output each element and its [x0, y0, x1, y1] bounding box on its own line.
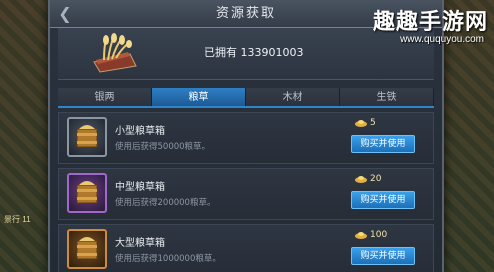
tab-iron[interactable]: 生铁 [340, 88, 434, 106]
watermark-title: 趣趣手游网 [372, 10, 488, 35]
resource-tabs: 银两 粮草 木材 生铁 [58, 88, 434, 108]
buy-and-use-button[interactable]: 购买并使用 [351, 191, 415, 209]
item-price: 20 [355, 174, 381, 184]
item-name: 大型粮草箱 [115, 238, 165, 249]
item-name: 小型粮草箱 [115, 126, 165, 137]
buy-and-use-button[interactable]: 购买并使用 [351, 135, 415, 153]
gold-ingot-icon [355, 119, 367, 127]
item-price-value: 20 [370, 174, 382, 184]
item-icon-frame [67, 117, 107, 157]
item-price: 100 [355, 230, 387, 240]
item-list[interactable]: 小型粮草箱 使用后获得50000粮草。 5 购买并使用 中型粮草箱 使用后获得2… [58, 112, 434, 272]
item-price: 5 [355, 118, 376, 128]
back-button[interactable]: ❮ [54, 4, 76, 24]
grain-crate-icon [76, 237, 98, 260]
list-item: 大型粮草箱 使用后获得1000000粮草。 100 购买并使用 [58, 224, 434, 272]
item-description: 使用后获得200000粮草。 [115, 198, 216, 208]
grain-crate-icon [76, 125, 98, 148]
gold-ingot-icon [355, 175, 367, 183]
owned-value: 133901003 [240, 46, 304, 59]
owned-amount: 已拥有 133901003 [204, 44, 304, 60]
item-price-value: 100 [370, 230, 388, 240]
tab-wood[interactable]: 木材 [246, 88, 340, 106]
watermark-url: www.ququyou.com [400, 34, 484, 45]
item-price-value: 5 [370, 118, 376, 128]
item-name: 中型粮草箱 [115, 182, 165, 193]
item-description: 使用后获得50000粮草。 [115, 142, 211, 152]
item-description: 使用后获得1000000粮草。 [115, 254, 221, 264]
tab-grain[interactable]: 粮草 [152, 88, 246, 106]
grain-bundle-icon [93, 33, 137, 73]
list-item: 中型粮草箱 使用后获得200000粮草。 20 购买并使用 [58, 168, 434, 220]
list-item: 小型粮草箱 使用后获得50000粮草。 5 购买并使用 [58, 112, 434, 164]
item-icon-frame [67, 229, 107, 269]
tab-silver[interactable]: 银两 [58, 88, 152, 106]
item-icon-frame [67, 173, 107, 213]
owned-label: 已拥有 [204, 46, 237, 59]
resource-modal: ❮ 资源获取 已拥有 133901003 银两 粮草 木材 生铁 小型粮草箱 使… [48, 0, 444, 272]
gold-ingot-icon [355, 231, 367, 239]
buy-and-use-button[interactable]: 购买并使用 [351, 247, 415, 265]
chevron-left-icon: ❮ [58, 4, 72, 23]
background-tag: 景行 11 [4, 215, 31, 224]
grain-crate-icon [76, 181, 98, 204]
